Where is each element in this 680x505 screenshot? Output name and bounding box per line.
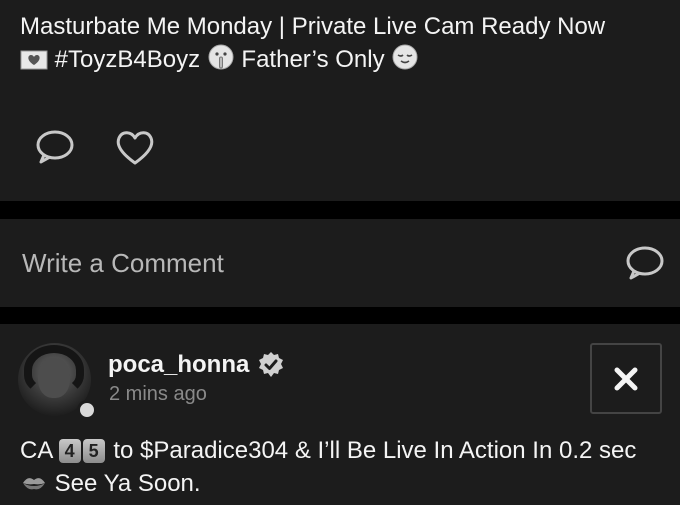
shushing-face-icon xyxy=(207,43,235,80)
close-button[interactable] xyxy=(590,343,662,414)
verified-badge-icon xyxy=(259,352,284,377)
post-hashtag[interactable]: #ToyzB4Boyz xyxy=(55,46,200,73)
heart-icon xyxy=(116,131,154,165)
kiss-mark-icon xyxy=(20,471,48,504)
comment-icon xyxy=(626,246,664,280)
online-status-dot xyxy=(77,400,97,420)
comment-send-button[interactable] xyxy=(622,242,668,284)
post-tail-text: Father’s Only xyxy=(241,46,385,73)
post-text: Masturbate Me Monday | Private Live Cam … xyxy=(20,10,665,80)
relieved-face-icon xyxy=(391,43,419,80)
comment-input[interactable]: Write a Comment xyxy=(22,248,224,279)
heart-letter-icon xyxy=(20,47,48,80)
next-post-card: poca_honna 2 mins ago CA 45 to $Paradice… xyxy=(0,324,680,505)
post-actions xyxy=(32,126,158,168)
body-mid: to $Paradice304 & I’ll Be Live In Action… xyxy=(113,437,637,464)
comment-card: Write a Comment xyxy=(0,219,680,307)
comment-button[interactable] xyxy=(32,126,78,168)
timestamp: 2 mins ago xyxy=(109,383,207,405)
post-card: Masturbate Me Monday | Private Live Cam … xyxy=(0,0,680,201)
keycap-digit: 5 xyxy=(82,439,105,463)
close-icon xyxy=(614,367,638,390)
post-body-text: CA 45 to $Paradice304 & I’ll Be Live In … xyxy=(20,434,665,504)
post-text-line1: Masturbate Me Monday | Private Live Cam … xyxy=(20,13,606,40)
body-tail: See Ya Soon. xyxy=(54,470,201,497)
like-button[interactable] xyxy=(112,126,158,168)
body-prefix: CA xyxy=(20,437,53,464)
username[interactable]: poca_honna xyxy=(108,351,249,379)
comment-icon xyxy=(36,130,74,164)
username-row: poca_honna xyxy=(108,351,285,379)
keycap-digit: 4 xyxy=(58,439,81,463)
avatar-face xyxy=(38,358,70,398)
